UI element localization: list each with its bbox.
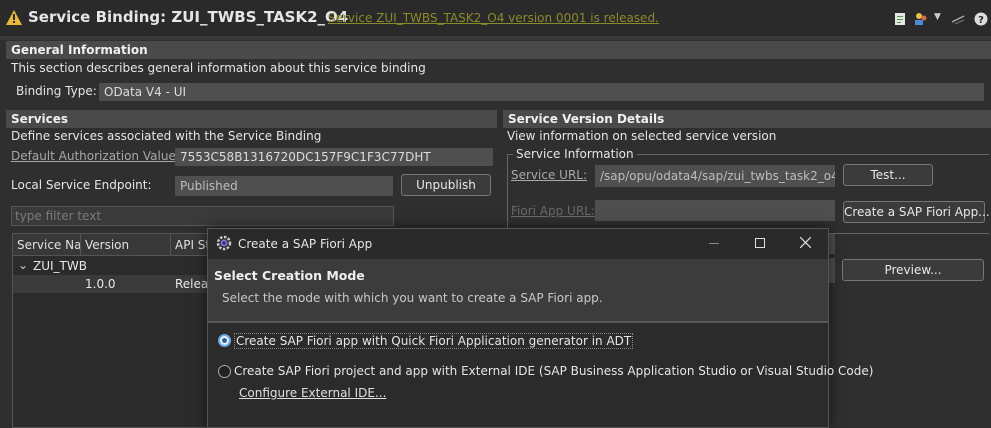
divider xyxy=(0,36,991,40)
minimize-icon[interactable] xyxy=(709,243,719,244)
warning-icon xyxy=(6,10,22,25)
external-ide-label[interactable]: Create SAP Fiori project and app with Ex… xyxy=(234,364,873,378)
auth-values-field: 7553C58B1316720DC157F9C1F3C77DHT xyxy=(175,148,493,166)
services-section-heading: Services xyxy=(6,110,497,128)
service-name-cell: ZUI_TWB xyxy=(33,259,87,273)
dialog-title-bar: Create a SAP Fiori App xyxy=(208,229,828,259)
quick-generator-radio[interactable] xyxy=(218,334,231,347)
general-description: This section describes general informati… xyxy=(11,61,426,75)
external-ide-radio[interactable] xyxy=(218,365,231,378)
binding-type-label: Binding Type: xyxy=(16,84,97,98)
dialog-title: Create a SAP Fiori App xyxy=(238,237,373,251)
endpoint-label: Local Service Endpoint: xyxy=(11,178,152,192)
service-information-label: Service Information xyxy=(513,147,637,161)
version-details-description: View information on selected service ver… xyxy=(507,129,777,143)
document-icon[interactable] xyxy=(893,12,907,26)
dialog-heading: Select Creation Mode xyxy=(214,268,365,283)
link-icon[interactable] xyxy=(951,12,965,26)
help-icon[interactable]: ? xyxy=(974,12,988,26)
column-header-version[interactable]: Version xyxy=(81,234,171,256)
create-fiori-app-dialog: Create a SAP Fiori App Select Creation M… xyxy=(207,228,873,428)
binding-type-field: OData V4 - UI xyxy=(99,83,984,101)
gear-icon xyxy=(216,235,232,251)
maximize-icon[interactable] xyxy=(755,238,765,248)
release-status-link[interactable]: Service ZUI_TWBS_TASK2_O4 version 0001 i… xyxy=(328,11,659,25)
unpublish-button[interactable]: Unpublish xyxy=(401,174,491,196)
close-icon[interactable] xyxy=(800,237,811,248)
chevron-down-icon[interactable]: ▼ xyxy=(934,12,941,22)
test-button[interactable]: Test... xyxy=(843,164,933,186)
general-section-heading: General Information xyxy=(6,41,991,59)
page-title: Service Binding: ZUI_TWBS_TASK2_O4 xyxy=(28,8,349,26)
dialog-subheading: Select the mode with which you want to c… xyxy=(222,291,603,305)
endpoint-field: Published xyxy=(175,176,393,196)
chevron-down-icon[interactable]: ⌄ xyxy=(18,258,28,272)
version-details-heading: Service Version Details xyxy=(503,110,991,128)
configure-external-ide-link[interactable]: Configure External IDE... xyxy=(239,386,386,400)
svg-text:?: ? xyxy=(978,15,984,26)
service-url-field: /sap/opu/odata4/sap/zui_twbs_task2_o4/sr… xyxy=(595,165,835,187)
fiori-app-url-field xyxy=(595,200,835,221)
auth-values-link[interactable]: Default Authorization Values: xyxy=(11,149,186,163)
dialog-header-area: Select Creation Mode Select the mode wit… xyxy=(208,259,828,323)
column-header-service-name[interactable]: Service Nar xyxy=(13,234,81,256)
preview-button[interactable]: Preview... xyxy=(842,259,984,281)
create-fiori-app-button[interactable]: Create a SAP Fiori App... xyxy=(843,201,990,223)
quick-generator-label[interactable]: Create SAP Fiori app with Quick Fiori Ap… xyxy=(234,333,634,349)
services-description: Define services associated with the Serv… xyxy=(11,129,322,143)
fiori-app-url-link[interactable]: Fiori App URL: xyxy=(511,204,595,218)
filter-input[interactable]: type filter text xyxy=(11,206,394,226)
service-url-link[interactable]: Service URL: xyxy=(511,168,587,182)
users-icon[interactable] xyxy=(914,12,928,26)
version-cell: 1.0.0 xyxy=(85,277,116,291)
